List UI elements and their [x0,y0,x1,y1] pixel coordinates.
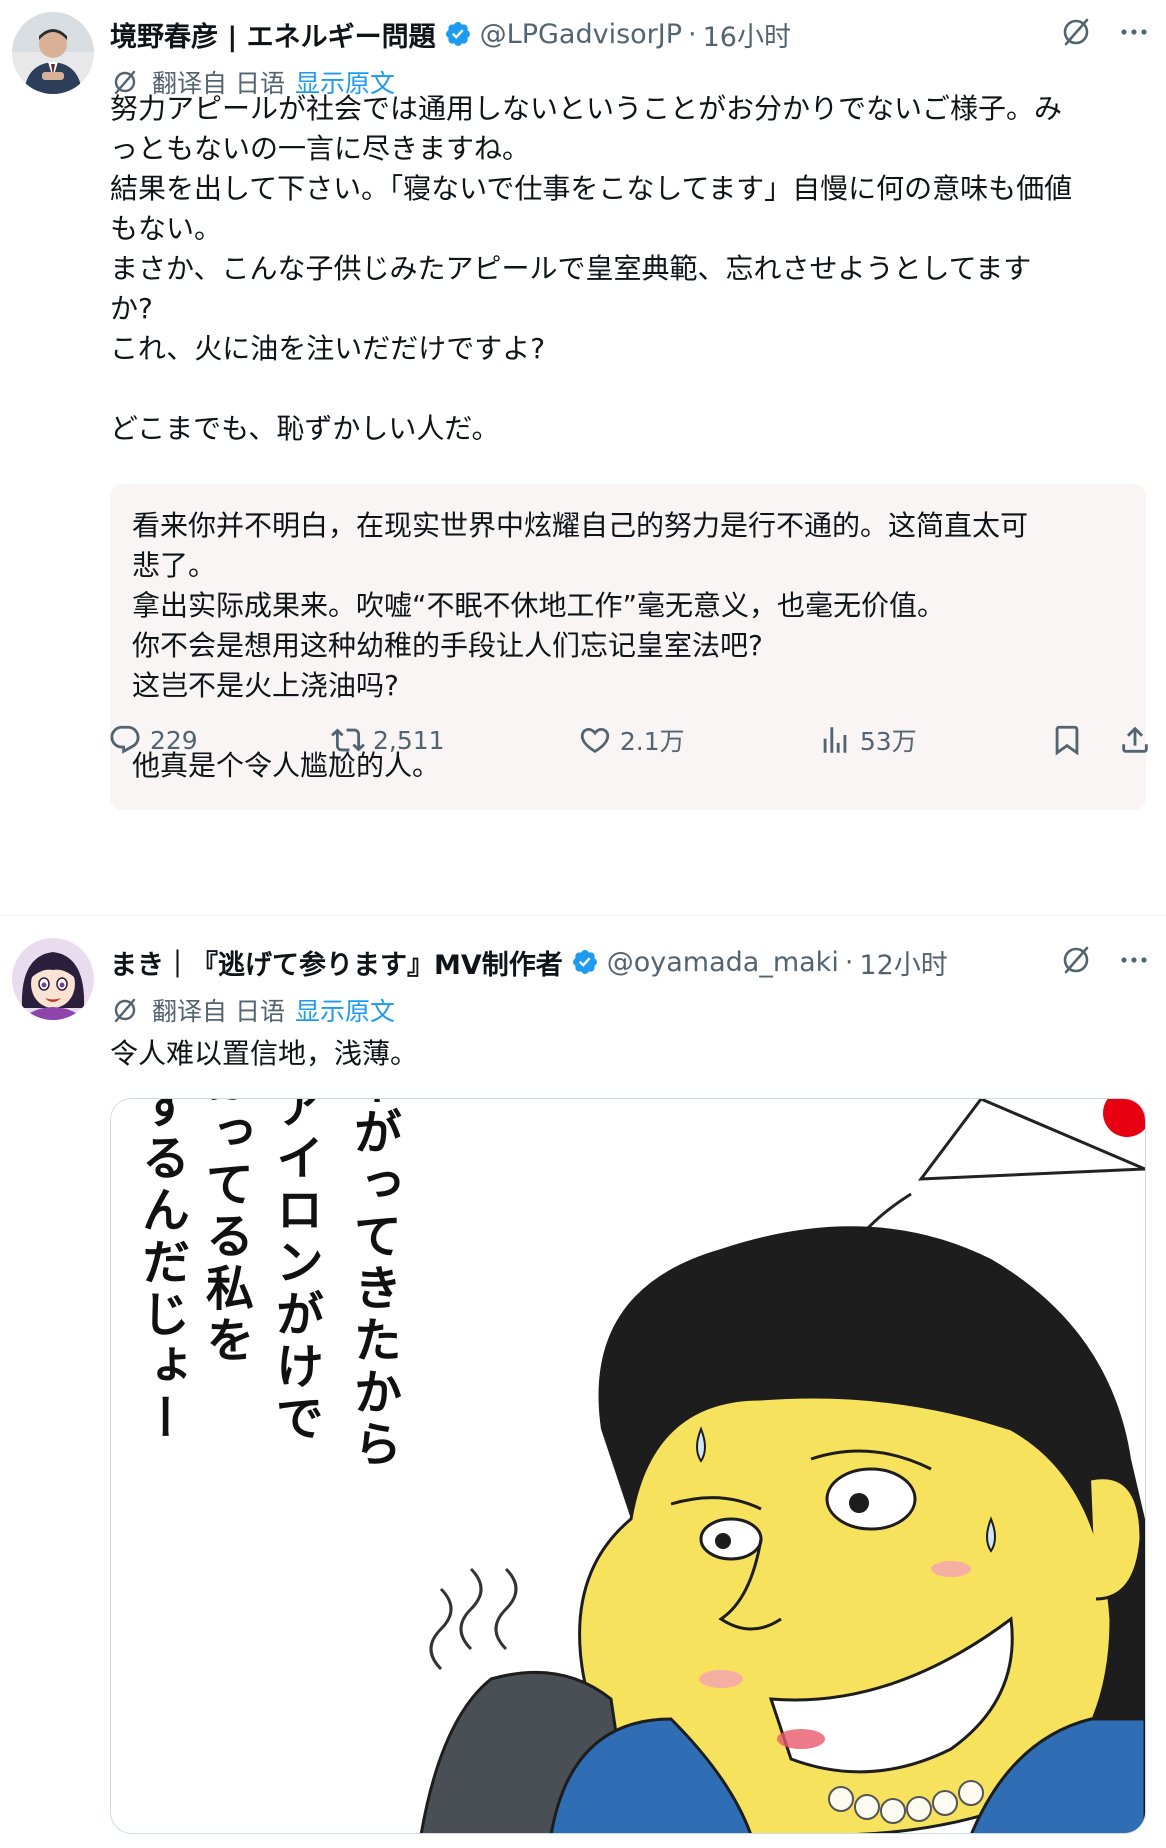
avatar[interactable] [12,12,94,94]
translation-notice: 翻译自 日语 显示原文 [110,992,395,1028]
image-text-column-4: アピールするんだじょー [133,1099,189,1445]
tweet-text: 令人难以置信地，浅薄。 [110,1037,419,1070]
tweet-text: 努力アピールが社会では通用しないということがお分かりでないご様子。み っともない… [110,92,1073,445]
reply-icon [110,725,140,754]
tweet-top-actions [1058,942,1152,978]
avatar-photo [12,12,94,94]
like-button[interactable]: 2.1万 [578,722,685,758]
more-icon[interactable] [1116,14,1152,50]
manga-illustration: 支持率が下がってきたから 洗い物とアイロンがけで がんばってる私を アピールする… [111,1099,1145,1833]
grok-icon[interactable] [1058,14,1094,50]
bookmark-icon[interactable] [1050,723,1084,757]
views-count: 53万 [859,727,917,756]
verified-badge-icon [572,950,597,974]
display-name[interactable]: まき｜『逃げて参ります』MV制作者 [110,943,563,982]
share-icon[interactable] [1118,723,1152,757]
tweet-actions: 229 2,511 2.1万 53万 [108,718,1152,762]
image-text-column-1: 支持率が下がってきたから [345,1099,402,1471]
handle[interactable]: @oyamada_maki [607,947,839,978]
retweet-icon [331,728,365,752]
handle[interactable]: @LPGadvisorJP [480,19,682,50]
translation-label: 翻译自 日语 [152,997,285,1026]
translate-icon [114,998,136,1023]
tweet-header: 境野春彦 | エネルギー問題 @LPGadvisorJP · 16小时 [110,12,1166,56]
bookmark-share-group [1050,723,1152,757]
reply-count: 229 [150,725,198,755]
retweet-count: 2,511 [373,725,445,755]
avatar-illustration [12,938,94,1020]
like-icon [580,727,610,753]
timestamp[interactable]: 16小时 [703,15,791,54]
show-original-link[interactable]: 显示原文 [295,992,395,1028]
grok-icon[interactable] [1058,942,1094,978]
tweet[interactable]: 境野春彦 | エネルギー問題 @LPGadvisorJP · 16小时 翻译自 … [0,0,1166,916]
avatar[interactable] [12,938,94,1020]
image-text-column-2: 洗い物とアイロンがけで [267,1099,324,1445]
views-button[interactable]: 53万 [818,722,917,758]
tweet-top-actions [1058,14,1152,50]
tweet[interactable]: まき｜『逃げて参ります』MV制作者 @oyamada_maki · 12小时 翻… [0,916,1166,1848]
separator-dot: · [688,18,697,50]
reply-button[interactable]: 229 [108,723,198,757]
retweet-button[interactable]: 2,511 [331,723,445,757]
views-icon [823,727,847,753]
separator-dot: · [844,946,854,978]
display-name[interactable]: 境野春彦 | エネルギー問題 [110,15,436,54]
more-icon[interactable] [1116,942,1152,978]
timestamp[interactable]: 12小时 [859,943,947,982]
verified-badge-icon [445,22,470,46]
tweet-image[interactable]: 支持率が下がってきたから 洗い物とアイロンがけで がんばってる私を アピールする… [110,1098,1146,1834]
image-text-column-3: がんばってる私を [197,1099,254,1367]
tweet-header: まき｜『逃げて参ります』MV制作者 @oyamada_maki · 12小时 [110,940,1166,984]
like-count: 2.1万 [619,727,685,756]
